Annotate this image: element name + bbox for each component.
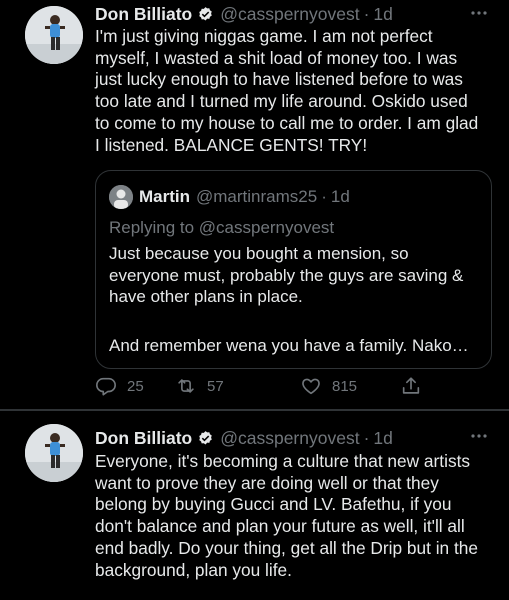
separator-dot: · (363, 3, 370, 24)
tweet-header: Don Billiato @casspernyovest · 1d (95, 425, 489, 451)
like-button[interactable]: 815 (300, 373, 357, 399)
avatar[interactable] (25, 6, 83, 64)
reply-icon (96, 377, 116, 396)
like-count: 815 (332, 377, 358, 395)
heart-icon (302, 378, 320, 395)
verified-badge-icon (199, 430, 212, 445)
separator-dot: · (363, 427, 370, 448)
author-handle[interactable]: @casspernyovest (220, 428, 359, 449)
quoted-tweet[interactable]: Martin @martinrams25 · 1d Replying to @c… (95, 170, 492, 369)
retweet-icon (178, 379, 194, 393)
quoted-avatar[interactable] (109, 185, 133, 209)
timestamp[interactable]: 1d (373, 428, 392, 449)
retweet-count: 57 (207, 377, 224, 395)
more-options-icon[interactable] (469, 4, 489, 22)
quoted-timestamp: 1d (330, 187, 350, 206)
tweet-text: I'm just giving niggas game. I am not pe… (95, 26, 479, 155)
quoted-author-handle[interactable]: @martinrams25 (196, 187, 317, 207)
avatar-photo-icon (109, 185, 133, 209)
reply-button[interactable]: 25 (95, 373, 144, 399)
quoted-header: Martin @martinrams25 · 1d (139, 185, 350, 209)
more-options-icon[interactable] (469, 427, 489, 445)
avatar[interactable] (25, 424, 83, 482)
quoted-text: Just because you bought a mension, so ev… (109, 244, 464, 306)
quoted-author-name[interactable]: Martin (139, 187, 190, 207)
avatar-photo-icon (25, 424, 83, 482)
verified-badge-icon (199, 6, 212, 21)
separator-dot: · (321, 187, 327, 206)
tweet-header: Don Billiato @casspernyovest · 1d (95, 1, 489, 27)
author-handle[interactable]: @casspernyovest (220, 4, 359, 25)
tweet[interactable]: Don Billiato @casspernyovest · 1d I'm ju… (0, 0, 509, 409)
author-name[interactable]: Don Billiato (95, 4, 192, 25)
reply-count: 25 (127, 377, 144, 395)
replying-to[interactable]: Replying to @casspernyovest (109, 218, 334, 238)
retweet-button[interactable]: 57 (175, 373, 224, 399)
author-name[interactable]: Don Billiato (95, 428, 192, 449)
quoted-text-continued: And remember wena you have a family. Nak… (109, 336, 469, 355)
avatar-photo-icon (25, 6, 83, 64)
tweet[interactable]: Don Billiato @casspernyovest · 1d Everyo… (0, 411, 509, 600)
share-icon (402, 377, 420, 394)
timestamp[interactable]: 1d (373, 4, 392, 25)
tweet-actions: 25 57 815 (95, 373, 435, 399)
tweet-text: Everyone, it's becoming a culture that n… (95, 451, 478, 580)
share-button[interactable] (400, 373, 422, 399)
